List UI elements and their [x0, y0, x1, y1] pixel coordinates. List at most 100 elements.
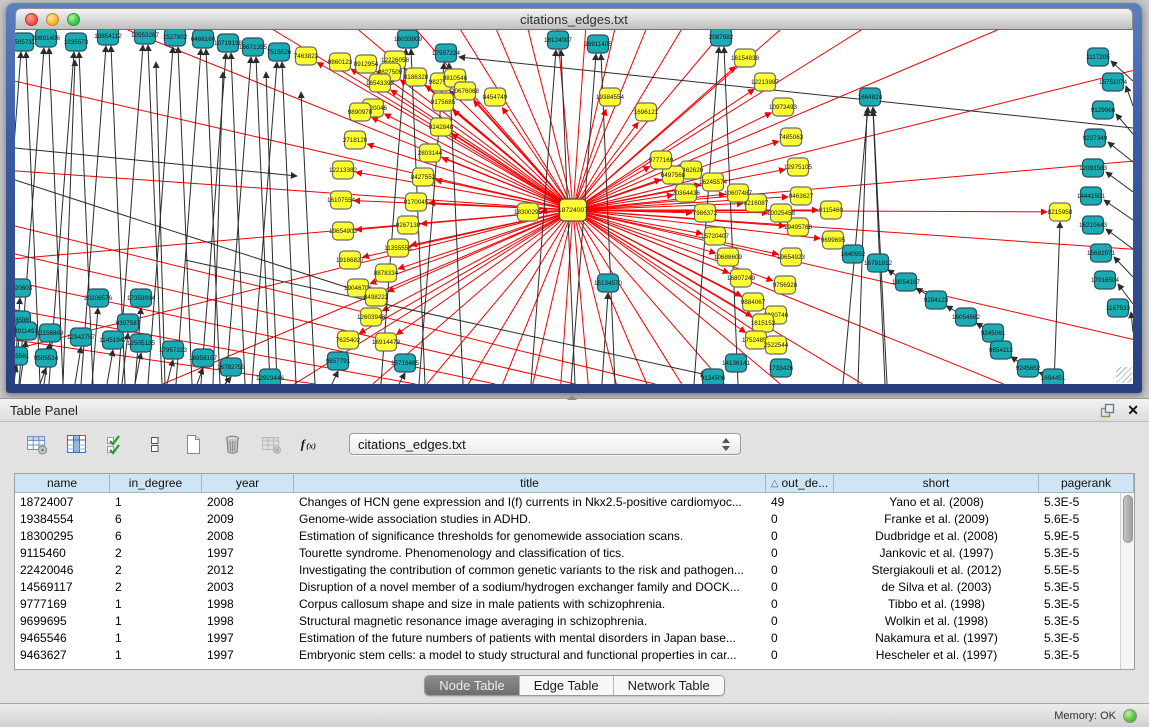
- graph-node[interactable]: 9115460: [819, 201, 844, 219]
- table-cell[interactable]: Genome-wide association studies in ADHD.: [294, 512, 766, 526]
- table-row[interactable]: 2242004622012Investigating the contribut…: [15, 561, 1120, 578]
- table-cell[interactable]: 18724007: [15, 495, 110, 509]
- graph-node[interactable]: 19166827: [336, 251, 365, 269]
- show-columns-icon[interactable]: [64, 432, 88, 456]
- graph-node[interactable]: 9227349: [1083, 129, 1108, 147]
- graph-node[interactable]: 1527602: [163, 30, 188, 46]
- table-cell[interactable]: 1998: [202, 614, 294, 628]
- graph-node[interactable]: 2020603: [15, 279, 33, 297]
- graph-node[interactable]: 9267130: [396, 216, 421, 234]
- graph-node[interactable]: 7515526: [267, 43, 292, 61]
- tab-node-table[interactable]: Node Table: [425, 676, 520, 695]
- table-cell[interactable]: 5.3E-5: [1039, 648, 1120, 662]
- table-cell[interactable]: Changes of HCN gene expression and I(f) …: [294, 495, 766, 509]
- tab-edge-table[interactable]: Edge Table: [520, 676, 614, 695]
- graph-node[interactable]: 19054167: [892, 273, 921, 291]
- zoom-window-button[interactable]: [67, 13, 80, 26]
- graph-node[interactable]: 9699695: [821, 231, 846, 249]
- graph-node[interactable]: 16033809: [394, 30, 423, 48]
- table-row[interactable]: 911546021997Tourette syndrome. Phenomeno…: [15, 544, 1120, 561]
- delete-table-icon[interactable]: [259, 432, 283, 456]
- select-columns-icon[interactable]: [103, 432, 127, 456]
- table-cell[interactable]: 1: [110, 614, 202, 628]
- graph-node[interactable]: 18724007: [558, 199, 588, 221]
- row-height-icon[interactable]: [142, 432, 166, 456]
- table-cell[interactable]: 6: [110, 512, 202, 526]
- graph-node[interactable]: 2718120: [343, 131, 368, 149]
- graph-node[interactable]: 15720407: [701, 227, 730, 245]
- table-cell[interactable]: 49: [766, 495, 834, 509]
- graph-node[interactable]: 9505514: [34, 349, 59, 367]
- graph-node[interactable]: 16210643: [1079, 216, 1108, 234]
- graph-node[interactable]: 9124506: [701, 369, 726, 384]
- graph-node[interactable]: 7986372: [693, 204, 718, 222]
- table-mode-icon[interactable]: [25, 432, 49, 456]
- graph-node[interactable]: 8427552: [411, 168, 436, 186]
- graph-node[interactable]: 16958107: [189, 349, 218, 367]
- graph-node[interactable]: 16914479: [372, 333, 401, 351]
- table-cell[interactable]: 9115460: [15, 546, 110, 560]
- table-cell[interactable]: 2: [110, 546, 202, 560]
- graph-node[interactable]: 9857791: [326, 352, 351, 370]
- graph-node[interactable]: 20676068: [451, 82, 480, 100]
- graph-node[interactable]: 8186328: [404, 68, 429, 86]
- table-cell[interactable]: 0: [766, 580, 834, 594]
- graph-node[interactable]: 9860123: [328, 53, 353, 71]
- graph-node[interactable]: 6466160: [191, 30, 216, 48]
- table-cell[interactable]: 1: [110, 648, 202, 662]
- table-cell[interactable]: 0: [766, 648, 834, 662]
- table-cell[interactable]: 14569117: [15, 580, 110, 594]
- graph-node[interactable]: 15716485: [391, 354, 420, 372]
- graph-node[interactable]: 12213987: [751, 73, 780, 91]
- graph-node[interactable]: 10973493: [769, 98, 798, 116]
- table-cell[interactable]: 2: [110, 563, 202, 577]
- table-cell[interactable]: Yano et al. (2008): [834, 495, 1039, 509]
- resize-grip[interactable]: [1116, 367, 1132, 383]
- table-cell[interactable]: Jankovic et al. (1997): [834, 546, 1039, 560]
- table-cell[interactable]: Nakamura et al. (1997): [834, 631, 1039, 645]
- graph-node[interactable]: 10854112: [94, 30, 122, 45]
- float-panel-icon[interactable]: [1099, 402, 1115, 418]
- table-cell[interactable]: 2008: [202, 495, 294, 509]
- column-header-title[interactable]: title: [294, 474, 766, 492]
- graph-node[interactable]: 1664824: [858, 88, 883, 106]
- table-cell[interactable]: Estimation of the future numbers of pati…: [294, 631, 766, 645]
- graph-node[interactable]: 9854112: [989, 341, 1014, 359]
- graph-node[interactable]: 18124007: [544, 31, 573, 49]
- graph-node[interactable]: 16543392: [366, 74, 395, 92]
- graph-node[interactable]: 16911405: [584, 35, 612, 53]
- graph-node[interactable]: 20691406: [32, 30, 61, 47]
- graph-node[interactable]: 12603948: [357, 308, 386, 326]
- table-cell[interactable]: 5.5E-5: [1039, 563, 1120, 577]
- table-row[interactable]: 946362711997Embryonic stem cells: a mode…: [15, 646, 1120, 663]
- graph-node[interactable]: 1640952: [841, 245, 866, 263]
- table-cell[interactable]: 2009: [202, 512, 294, 526]
- table-cell[interactable]: 2008: [202, 529, 294, 543]
- graph-node[interactable]: 20364436: [672, 184, 701, 202]
- graph-node[interactable]: 12093583: [1079, 159, 1108, 177]
- graph-node[interactable]: 9463627: [789, 187, 814, 205]
- graph-node[interactable]: 9805561: [15, 347, 30, 365]
- graph-node[interactable]: 17016504: [1091, 271, 1120, 289]
- minimize-window-button[interactable]: [46, 13, 59, 26]
- graph-node[interactable]: 16782759: [217, 358, 246, 376]
- table-cell[interactable]: 5.3E-5: [1039, 495, 1120, 509]
- graph-node[interactable]: 19654923: [777, 248, 806, 266]
- table-cell[interactable]: 9699695: [15, 614, 110, 628]
- table-cell[interactable]: 2012: [202, 563, 294, 577]
- table-cell[interactable]: Disruption of a novel member of a sodium…: [294, 580, 766, 594]
- graph-node[interactable]: 12923446: [256, 369, 285, 384]
- table-cell[interactable]: 2: [110, 580, 202, 594]
- graph-node[interactable]: 12975105: [784, 158, 813, 176]
- table-cell[interactable]: 0: [766, 529, 834, 543]
- table-cell[interactable]: 9777169: [15, 597, 110, 611]
- table-cell[interactable]: 0: [766, 631, 834, 645]
- graph-node[interactable]: 12505135: [127, 334, 156, 352]
- graph-node[interactable]: 9884067: [741, 293, 766, 311]
- column-header-name[interactable]: name: [15, 474, 110, 492]
- scrollbar-thumb[interactable]: [1123, 495, 1133, 543]
- tab-network-table[interactable]: Network Table: [614, 676, 724, 695]
- table-cell[interactable]: Tourette syndrome. Phenomenology and cla…: [294, 546, 766, 560]
- table-cell[interactable]: 18300295: [15, 529, 110, 543]
- graph-node[interactable]: 11451947: [99, 331, 127, 349]
